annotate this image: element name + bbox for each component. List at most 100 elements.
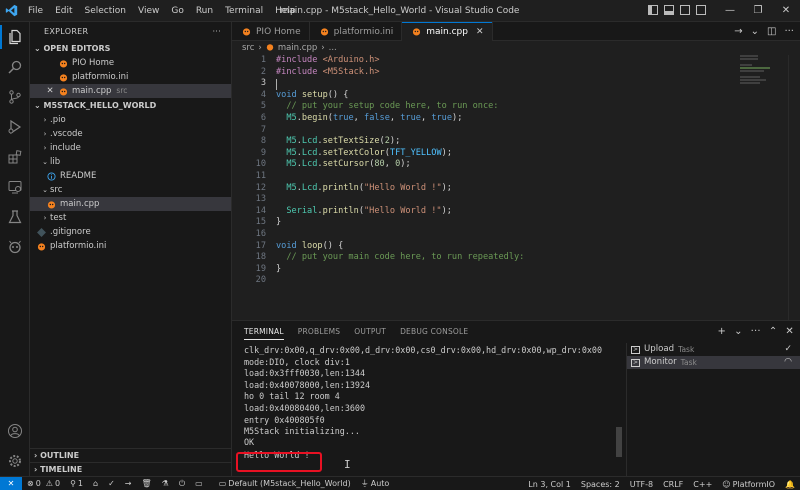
tree-item-vscode[interactable]: › .vscode: [30, 127, 231, 141]
tree-item-gitignore[interactable]: .gitignore: [30, 225, 231, 239]
menu-edit[interactable]: Edit: [49, 0, 78, 22]
code-line[interactable]: [276, 78, 740, 90]
tree-item-test[interactable]: › test: [30, 211, 231, 225]
chevron-down-icon[interactable]: ⌄: [751, 22, 759, 41]
more-actions-icon[interactable]: ···: [212, 22, 221, 42]
tree-item-main-cpp[interactable]: main.cpp: [30, 197, 231, 211]
new-terminal-icon[interactable]: +: [717, 321, 726, 343]
code-line[interactable]: M5.Lcd.println("Hello World !");: [276, 183, 740, 195]
language-mode[interactable]: C++: [688, 480, 717, 489]
editor-scrollbar[interactable]: [788, 55, 800, 320]
testing-icon[interactable]: [0, 202, 30, 232]
maximize-panel-icon[interactable]: ⌃: [769, 321, 778, 343]
account-icon[interactable]: [0, 416, 30, 446]
toggle-panel-icon[interactable]: [664, 5, 674, 15]
code-line[interactable]: [276, 171, 740, 183]
more-actions-icon[interactable]: ···: [751, 321, 761, 343]
tree-item-include[interactable]: › include: [30, 141, 231, 155]
files-icon[interactable]: [0, 22, 30, 52]
minimize-icon[interactable]: —: [716, 0, 744, 22]
pio-terminal-button[interactable]: ▭: [190, 479, 208, 488]
open-editor-pio-home[interactable]: PIO Home: [30, 56, 231, 70]
settings-gear-icon[interactable]: [0, 446, 30, 476]
restore-icon[interactable]: ❐: [744, 0, 772, 22]
menu-help[interactable]: Help: [269, 0, 302, 22]
search-icon[interactable]: [0, 52, 30, 82]
project-header[interactable]: ⌄ M5STACK_HELLO_WORLD: [30, 99, 231, 113]
code-editor[interactable]: 1 2 3 4 5 6 7 8 9 10 11 12 13 14 15 16 17 18 19 20 #include…: [232, 55, 800, 320]
breadcrumb-main-cpp[interactable]: main.cpp: [278, 43, 317, 53]
breadcrumb-symbols[interactable]: ...: [329, 43, 337, 53]
customize-layout-icon[interactable]: [696, 5, 706, 15]
tab-output[interactable]: OUTPUT: [354, 321, 386, 343]
tree-item-lib[interactable]: ⌄ lib: [30, 155, 231, 169]
close-editor-icon[interactable]: ✕: [45, 84, 55, 98]
pio-home-button[interactable]: ⌂: [88, 479, 103, 488]
code-line[interactable]: M5.begin(true, false, true, true);: [276, 113, 740, 125]
pio-test-button[interactable]: ⚗: [157, 479, 174, 488]
menu-view[interactable]: View: [132, 0, 165, 22]
extensions-icon[interactable]: [0, 142, 30, 172]
terminal-task-upload[interactable]: Upload Task ✓: [627, 343, 800, 356]
code-lines[interactable]: #include <Arduino.h> #include <M5Stack.h>…: [276, 55, 740, 287]
encoding[interactable]: UTF-8: [625, 480, 658, 489]
source-control-icon[interactable]: [0, 82, 30, 112]
menu-go[interactable]: Go: [165, 0, 189, 22]
notifications-icon[interactable]: 🔔: [780, 480, 800, 489]
port-selector[interactable]: ⏚ Auto: [356, 478, 395, 489]
indentation[interactable]: Spaces: 2: [576, 480, 625, 489]
code-line[interactable]: }: [276, 217, 740, 229]
menu-file[interactable]: File: [22, 0, 49, 22]
code-line[interactable]: M5.Lcd.setTextSize(2);: [276, 136, 740, 148]
terminal-task-monitor[interactable]: Monitor Task ◠: [627, 356, 800, 369]
terminal-scrollbar[interactable]: [616, 427, 622, 457]
code-line[interactable]: // put your setup code here, to run once…: [276, 101, 740, 113]
code-line[interactable]: M5.Lcd.setCursor(80, 0);: [276, 159, 740, 171]
more-actions-icon[interactable]: ···: [784, 22, 794, 41]
platformio-icon[interactable]: [0, 232, 30, 262]
open-editor-platformio-ini[interactable]: platformio.ini: [30, 70, 231, 84]
close-icon[interactable]: ✕: [772, 0, 800, 22]
close-tab-icon[interactable]: ✕: [476, 27, 484, 37]
toggle-secondary-sidebar-icon[interactable]: [680, 5, 690, 15]
run-debug-icon[interactable]: [0, 112, 30, 142]
timeline-header[interactable]: › TIMELINE: [30, 462, 232, 476]
pio-build-button[interactable]: ✓: [103, 479, 120, 488]
tab-debug-console[interactable]: DEBUG CONSOLE: [400, 321, 468, 343]
code-line[interactable]: [276, 194, 740, 206]
code-line[interactable]: [276, 125, 740, 137]
split-editor-icon[interactable]: ◫: [767, 22, 776, 41]
tab-platformio-ini[interactable]: platformio.ini: [310, 22, 403, 41]
remote-explorer-icon[interactable]: [0, 172, 30, 202]
pio-clean-button[interactable]: 🗑: [137, 479, 157, 488]
outline-header[interactable]: › OUTLINE: [30, 448, 232, 462]
tree-item-platformio-ini[interactable]: platformio.ini: [30, 239, 231, 253]
problems-status[interactable]: ⊗ 0 ⚠ 0: [22, 479, 65, 488]
tab-problems[interactable]: PROBLEMS: [298, 321, 341, 343]
terminal-output[interactable]: clk_drv:0x00,q_drv:0x00,d_drv:0x00,cs0_d…: [236, 345, 614, 472]
remote-indicator-icon[interactable]: ✕: [0, 476, 22, 490]
platformio-status[interactable]: ☺ PlatformIO: [717, 480, 780, 489]
pio-upload-button[interactable]: →: [120, 479, 137, 488]
code-line[interactable]: }: [276, 264, 740, 276]
project-env-selector[interactable]: ▭ Default (M5stack_Hello_World): [214, 479, 356, 488]
pio-monitor-button[interactable]: ⏻: [174, 479, 190, 489]
tree-item-readme[interactable]: README: [30, 169, 231, 183]
terminal-dropdown-icon[interactable]: ⌄: [734, 321, 743, 343]
tab-main-cpp[interactable]: main.cpp ✕: [402, 22, 493, 41]
code-line[interactable]: #include <Arduino.h>: [276, 55, 740, 67]
code-line[interactable]: void setup() {: [276, 90, 740, 102]
code-line[interactable]: // put your main code here, to run repea…: [276, 252, 740, 264]
menu-run[interactable]: Run: [190, 0, 219, 22]
tree-item-pio[interactable]: › .pio: [30, 113, 231, 127]
breadcrumb-src[interactable]: src: [242, 43, 254, 53]
ports-status[interactable]: ⚲ 1: [65, 479, 88, 488]
menu-terminal[interactable]: Terminal: [219, 0, 269, 22]
code-line[interactable]: Serial.println("Hello World !");: [276, 206, 740, 218]
minimap[interactable]: [740, 55, 786, 95]
tab-pio-home[interactable]: PIO Home: [232, 22, 310, 41]
menu-selection[interactable]: Selection: [79, 0, 132, 22]
code-line[interactable]: #include <M5Stack.h>: [276, 67, 740, 79]
run-arrow-icon[interactable]: →: [734, 22, 742, 41]
tree-item-src[interactable]: ⌄ src: [30, 183, 231, 197]
